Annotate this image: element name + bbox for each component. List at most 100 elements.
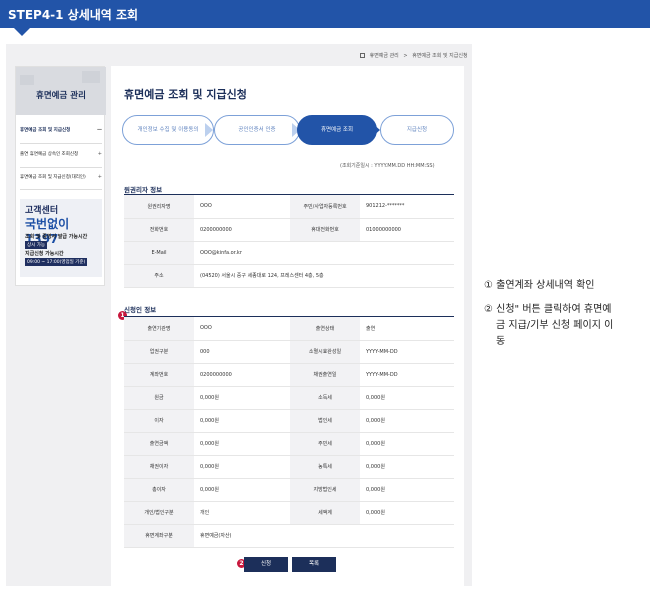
sidebar-item-label: 출연 휴면예금 상속인 조회신청 bbox=[20, 152, 79, 157]
label-cell: 채권출연일 bbox=[290, 363, 360, 387]
value-cell: 출연 bbox=[360, 317, 454, 341]
note-two-line2: 금 지급/기부 신청 페이지 이 bbox=[496, 320, 614, 331]
owner-section-title: 원권리자 정보 bbox=[124, 186, 163, 194]
sidebar: 휴면예금 관리 휴면예금 조회 및 지급신청 — 출연 휴면예금 상속인 조회신… bbox=[15, 66, 106, 286]
expand-icon[interactable]: + bbox=[98, 151, 102, 157]
table-row: 채권이자 0,000원 농특세 0,000원 bbox=[124, 455, 454, 479]
customer-center-box: 고객센터 국번없이 1397 조회 및 증명서 발급 가능시간 상시 가능 지급… bbox=[20, 199, 102, 277]
sidebar-item-inquiry[interactable]: 휴면예금 조회 및 지급신청 — bbox=[20, 127, 102, 133]
table-row: 이자 0,000원 법인세 0,000원 bbox=[124, 409, 454, 433]
value-cell: OOO@kinfa.or.kr bbox=[194, 241, 454, 265]
table-row: 개인/법인구분 개인 세액계 0,000원 bbox=[124, 501, 454, 525]
sidebar-item-agent-inquiry[interactable]: 휴면예금 조회 및 지급신청(대리인) + bbox=[20, 174, 102, 180]
step-certificate: 공인인증서 인증 bbox=[214, 115, 300, 145]
table-row: 전화번호 0200000000 휴대전화번호 01000000000 bbox=[124, 218, 454, 242]
page-title: 휴면예금 조회 및 지급신청 bbox=[124, 88, 247, 101]
label-cell: 출연기관명 bbox=[124, 317, 194, 341]
home-icon[interactable] bbox=[360, 53, 365, 58]
owner-info-table: 원권리자명 OOO 주민/사업자등록번호 901212-******* 전화번호… bbox=[124, 195, 454, 288]
value-cell: 0,000원 bbox=[360, 455, 454, 479]
label-cell: 계좌번호 bbox=[124, 363, 194, 387]
note-two-line3: 동 bbox=[496, 336, 506, 347]
value-cell: 개인 bbox=[194, 501, 290, 525]
step-inquiry: 휴면예금 조회 bbox=[297, 115, 377, 145]
label-cell: 원금 bbox=[124, 386, 194, 410]
label-cell: 소득세 bbox=[290, 386, 360, 410]
value-cell: 0200000000 bbox=[194, 363, 290, 387]
value-cell: 0,000원 bbox=[360, 501, 454, 525]
value-cell: OOO bbox=[194, 317, 290, 341]
value-cell: OOO bbox=[194, 195, 290, 219]
collapse-icon[interactable]: — bbox=[97, 127, 102, 133]
label-cell: 이자 bbox=[124, 409, 194, 433]
value-cell: 0,000원 bbox=[194, 455, 290, 479]
label-cell: E-Mail bbox=[124, 241, 194, 265]
value-cell: YYYY-MM-DD bbox=[360, 340, 454, 364]
table-row: E-Mail OOO@kinfa.or.kr bbox=[124, 241, 454, 265]
note-one: ① 출연계좌 상세내역 확인 bbox=[484, 280, 595, 291]
table-row: 원권리자명 OOO 주민/사업자등록번호 901212-******* bbox=[124, 195, 454, 219]
sidebar-title: 휴면예금 관리 bbox=[36, 91, 86, 101]
claim-section-title: 신청인 정보 bbox=[124, 306, 157, 314]
breadcrumb-item[interactable]: 휴면예금 관리 bbox=[370, 53, 399, 59]
label-cell: 주민/사업자등록번호 bbox=[290, 195, 360, 219]
apply-button[interactable]: 신청 bbox=[244, 557, 288, 572]
breadcrumb-item[interactable]: 휴면예금 조회 및 지급신청 bbox=[412, 53, 467, 59]
value-cell: 0,000원 bbox=[194, 409, 290, 433]
hours-badge: 09:00 ~ 17:00(영업일 기준) bbox=[25, 258, 88, 266]
table-row: 출연기관명 OOO 출연상태 출연 bbox=[124, 317, 454, 341]
label-cell: 법인세 bbox=[290, 409, 360, 433]
banner-title: STEP4-1 상세내역 조회 bbox=[8, 8, 139, 22]
note-two-line1: ② 신청" 버튼 클릭하여 휴면예 bbox=[484, 304, 612, 315]
banner-notch bbox=[14, 28, 30, 36]
label-cell: 주소 bbox=[124, 264, 194, 288]
reference-time: (조회기준일시 : YYYY.MM.DD HH:MM:SS) bbox=[340, 163, 435, 169]
value-cell: 0,000원 bbox=[360, 478, 454, 502]
value-cell: YYYY-MM-DD bbox=[360, 363, 454, 387]
divider bbox=[20, 189, 102, 190]
breadcrumb: 휴면예금 관리 > 휴면예금 조회 및 지급신청 bbox=[360, 52, 468, 59]
hours-badge: 상시 가능 bbox=[25, 241, 47, 249]
label-cell: 소멸시효완성일 bbox=[290, 340, 360, 364]
value-cell: 0,000원 bbox=[194, 386, 290, 410]
value-cell: 0200000000 bbox=[194, 218, 290, 242]
value-cell: 0,000원 bbox=[360, 386, 454, 410]
value-cell: 0,000원 bbox=[360, 432, 454, 456]
step-consent: 개인정보 수집 및 이용동의 bbox=[122, 115, 214, 145]
value-cell: 901212-******* bbox=[360, 195, 454, 219]
step-banner: STEP4-1 상세내역 조회 bbox=[0, 0, 650, 28]
table-row: 계좌번호 0200000000 채권출연일 YYYY-MM-DD bbox=[124, 363, 454, 387]
label-cell: 세액계 bbox=[290, 501, 360, 525]
label-cell: 휴면계좌구분 bbox=[124, 524, 194, 548]
value-cell: (04520) 서울시 중구 세종대로 124, 프레스센터 4층, 5층 bbox=[194, 264, 454, 288]
label-cell: 개인/법인구분 bbox=[124, 501, 194, 525]
divider bbox=[20, 143, 102, 144]
sidebar-item-label: 휴면예금 조회 및 지급신청 bbox=[20, 128, 71, 133]
step-arrow-icon bbox=[205, 123, 213, 137]
label-cell: 지방법인세 bbox=[290, 478, 360, 502]
label-cell: 휴대전화번호 bbox=[290, 218, 360, 242]
claim-info-table: 출연기관명 OOO 출연상태 출연 업권구분 000 소멸시효완성일 YYYY-… bbox=[124, 317, 454, 548]
value-cell: 000 bbox=[194, 340, 290, 364]
label-cell: 채권이자 bbox=[124, 455, 194, 479]
value-cell: 0,000원 bbox=[194, 478, 290, 502]
label-cell: 농특세 bbox=[290, 455, 360, 479]
label-cell: 출연금액 bbox=[124, 432, 194, 456]
label-cell: 출연상태 bbox=[290, 317, 360, 341]
table-row: 출연금액 0,000원 주민세 0,000원 bbox=[124, 432, 454, 456]
table-row: 총이자 0,000원 지방법인세 0,000원 bbox=[124, 478, 454, 502]
label-cell: 총이자 bbox=[124, 478, 194, 502]
label-cell: 원권리자명 bbox=[124, 195, 194, 219]
step-arrow-icon bbox=[372, 123, 380, 137]
list-button[interactable]: 목록 bbox=[292, 557, 336, 572]
value-cell: 0,000원 bbox=[194, 432, 290, 456]
table-row: 업권구분 000 소멸시효완성일 YYYY-MM-DD bbox=[124, 340, 454, 364]
label-cell: 전화번호 bbox=[124, 218, 194, 242]
expand-icon[interactable]: + bbox=[98, 174, 102, 180]
table-row: 휴면계좌구분 휴면예금(자산) bbox=[124, 524, 454, 548]
sidebar-header: 휴면예금 관리 bbox=[16, 67, 106, 115]
label-cell: 업권구분 bbox=[124, 340, 194, 364]
hours-label: 조회 및 증명서 발급 가능시간 bbox=[25, 234, 88, 240]
sidebar-item-heir-inquiry[interactable]: 출연 휴면예금 상속인 조회신청 + bbox=[20, 151, 102, 157]
step-apply: 지급신청 bbox=[380, 115, 454, 145]
